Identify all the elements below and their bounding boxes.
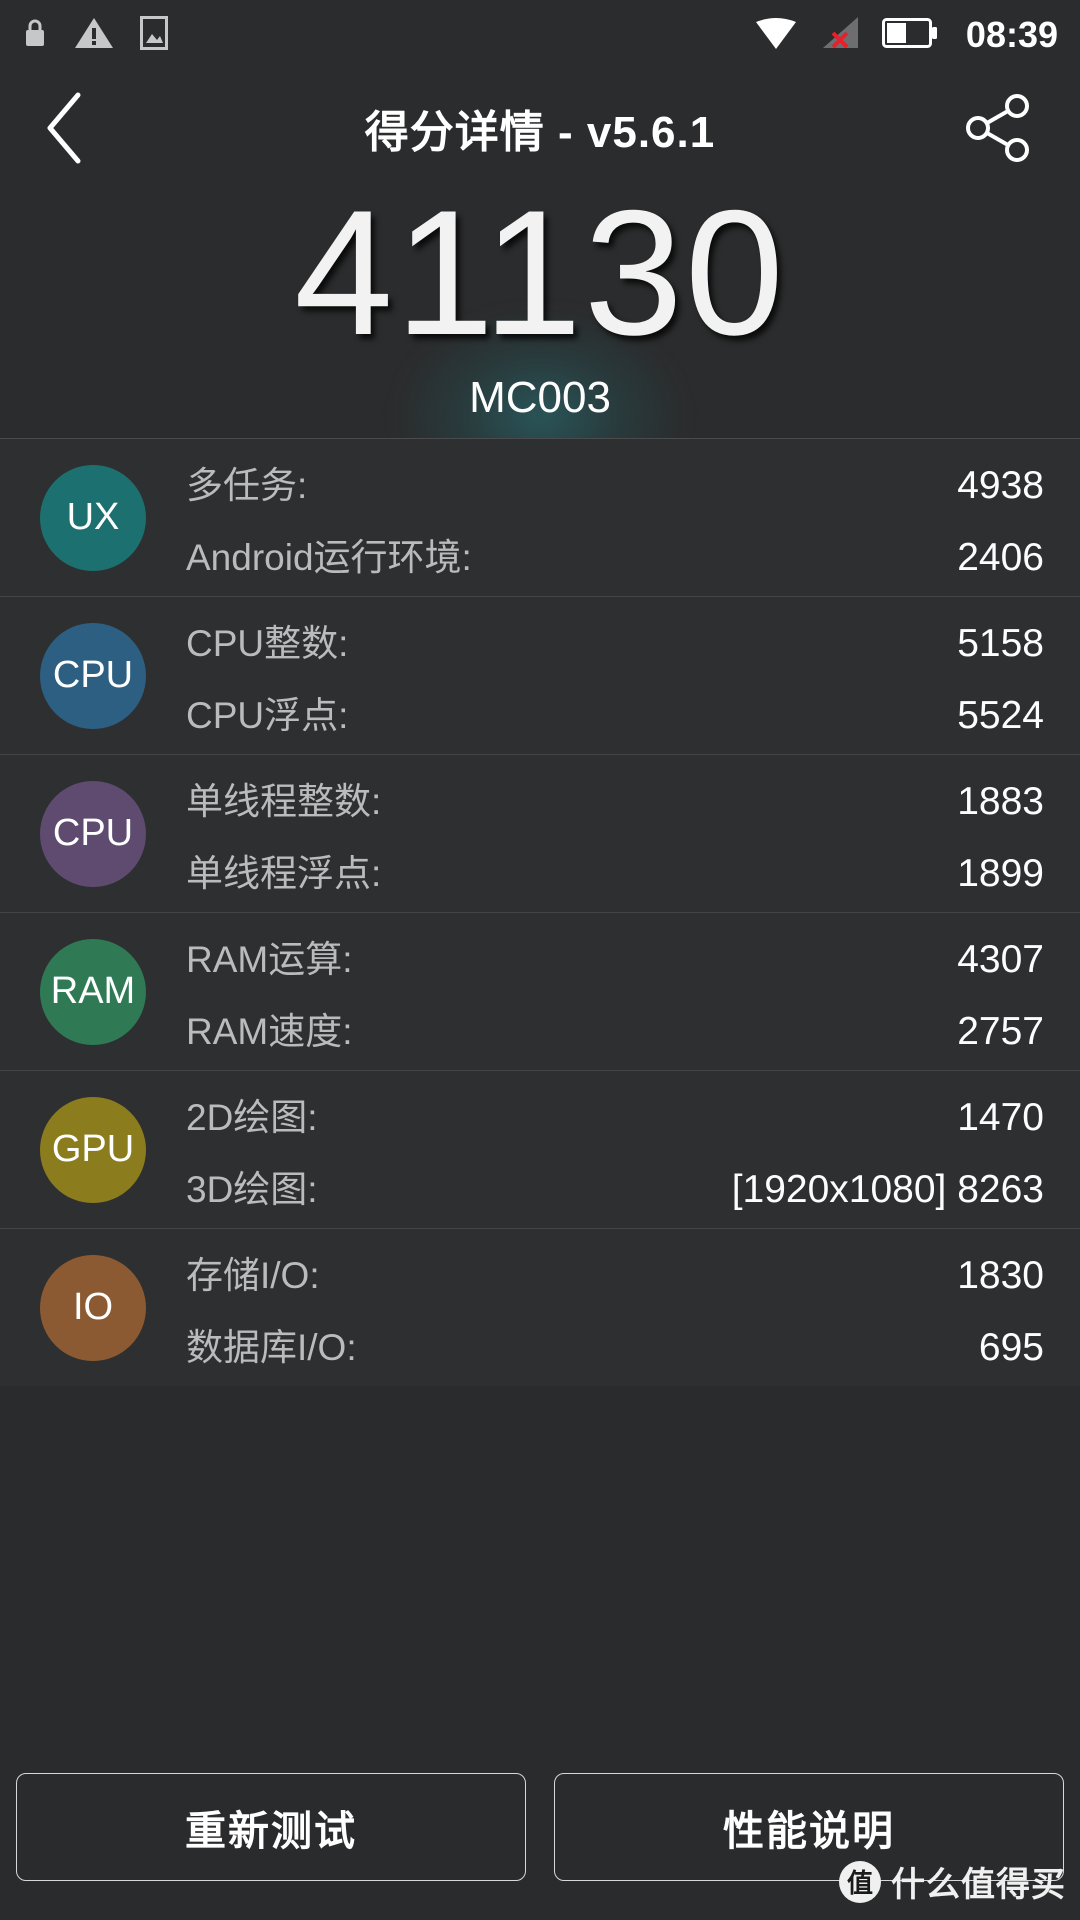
metric-row: Android运行环境: 2406 <box>186 527 1044 581</box>
action-bar: 得分详情 - v5.6.1 <box>0 70 1080 185</box>
metric-value: 1883 <box>957 779 1044 823</box>
metric-label: 单线程浮点: <box>186 852 382 894</box>
metric-label: 2D绘图: <box>186 1096 318 1138</box>
mobile-signal-off-icon <box>820 16 860 55</box>
metric-label: 多任务: <box>186 464 308 506</box>
category-badge-io: IO <box>40 1254 146 1361</box>
score-row: CPU CPU整数: 5158 CPU浮点: 5524 <box>0 596 1080 754</box>
metric-group: 2D绘图: 1470 3D绘图: [1920x1080] 8263 <box>186 1096 1044 1211</box>
metric-group: RAM运算: 4307 RAM速度: 2757 <box>186 938 1044 1053</box>
metric-value: 1830 <box>957 1253 1044 1297</box>
score-row: UX 多任务: 4938 Android运行环境: 2406 <box>0 438 1080 596</box>
page-title: 得分详情 - v5.6.1 <box>364 107 716 157</box>
metric-label: CPU浮点: <box>186 694 349 736</box>
metric-row: 2D绘图: 1470 <box>186 1087 1044 1141</box>
total-score-panel: 41130 MC003 <box>0 176 1080 525</box>
metric-row: CPU整数: 5158 <box>186 613 1044 667</box>
metric-row: 3D绘图: [1920x1080] 8263 <box>186 1159 1044 1213</box>
category-badge-cpu: CPU <box>40 622 146 729</box>
lock-icon <box>22 17 48 54</box>
metric-row: CPU浮点: 5524 <box>186 685 1044 739</box>
metric-row: 多任务: 4938 <box>186 455 1044 509</box>
metric-label: 数据库I/O: <box>186 1326 357 1368</box>
wifi-icon <box>754 16 798 55</box>
retest-button[interactable]: 重新测试 <box>16 1773 526 1881</box>
metric-row: 单线程整数: 1883 <box>186 771 1044 825</box>
metric-label: RAM速度: <box>186 1010 353 1052</box>
device-name: MC003 <box>469 373 611 423</box>
category-badge-gpu: GPU <box>40 1096 146 1203</box>
status-bar-right-icons: 08:39 <box>754 14 1058 56</box>
metric-row: RAM运算: 4307 <box>186 929 1044 983</box>
metric-group: CPU整数: 5158 CPU浮点: 5524 <box>186 622 1044 737</box>
category-badge-ux: UX <box>40 464 146 571</box>
category-badge-cpu: CPU <box>40 780 146 887</box>
back-button[interactable] <box>0 70 130 185</box>
metric-value: 695 <box>978 1325 1044 1369</box>
score-row: IO 存储I/O: 1830 数据库I/O: 695 <box>0 1228 1080 1386</box>
metric-value: 2406 <box>957 535 1044 579</box>
metric-value: 4938 <box>957 463 1044 507</box>
warning-icon <box>74 16 114 55</box>
metric-value: 2757 <box>957 1009 1044 1053</box>
footer-actions: 重新测试 性能说明 值 什么值得买 <box>0 1734 1080 1920</box>
metric-value: [1920x1080] 8263 <box>731 1167 1044 1211</box>
total-score-value: 41130 <box>294 173 786 372</box>
metric-row: 单线程浮点: 1899 <box>186 843 1044 897</box>
metric-group: 存储I/O: 1830 数据库I/O: 695 <box>186 1254 1044 1369</box>
metric-label: Android运行环境: <box>186 536 472 578</box>
metric-label: 3D绘图: <box>186 1168 318 1210</box>
metric-group: 单线程整数: 1883 单线程浮点: 1899 <box>186 780 1044 895</box>
metric-value: 1470 <box>957 1095 1044 1139</box>
metric-row: 数据库I/O: 695 <box>186 1317 1044 1371</box>
performance-info-button[interactable]: 性能说明 <box>554 1773 1064 1881</box>
metric-label: CPU整数: <box>186 622 349 664</box>
status-bar: 08:39 <box>0 0 1080 70</box>
metric-value: 1899 <box>957 851 1044 895</box>
metric-group: 多任务: 4938 Android运行环境: 2406 <box>186 464 1044 579</box>
score-row: GPU 2D绘图: 1470 3D绘图: [1920x1080] 8263 <box>0 1070 1080 1228</box>
metric-label: 存储I/O: <box>186 1254 320 1296</box>
share-button[interactable] <box>954 83 1044 173</box>
category-badge-ram: RAM <box>40 938 146 1045</box>
screenshot-icon <box>140 15 168 55</box>
score-breakdown-list: UX 多任务: 4938 Android运行环境: 2406 CPU CPU整数: 5158 C… <box>0 438 1080 1386</box>
status-bar-clock: 08:39 <box>965 14 1058 55</box>
metric-label: RAM运算: <box>186 938 353 980</box>
metric-value: 4307 <box>957 937 1044 981</box>
metric-row: RAM速度: 2757 <box>186 1001 1044 1055</box>
metric-value: 5524 <box>957 693 1044 737</box>
battery-icon <box>881 16 938 55</box>
metric-label: 单线程整数: <box>186 780 382 822</box>
status-bar-left-icons <box>22 15 168 55</box>
metric-row: 存储I/O: 1830 <box>186 1245 1044 1299</box>
score-row: RAM RAM运算: 4307 RAM速度: 2757 <box>0 912 1080 1070</box>
metric-value: 5158 <box>957 621 1044 665</box>
score-row: CPU 单线程整数: 1883 单线程浮点: 1899 <box>0 754 1080 912</box>
